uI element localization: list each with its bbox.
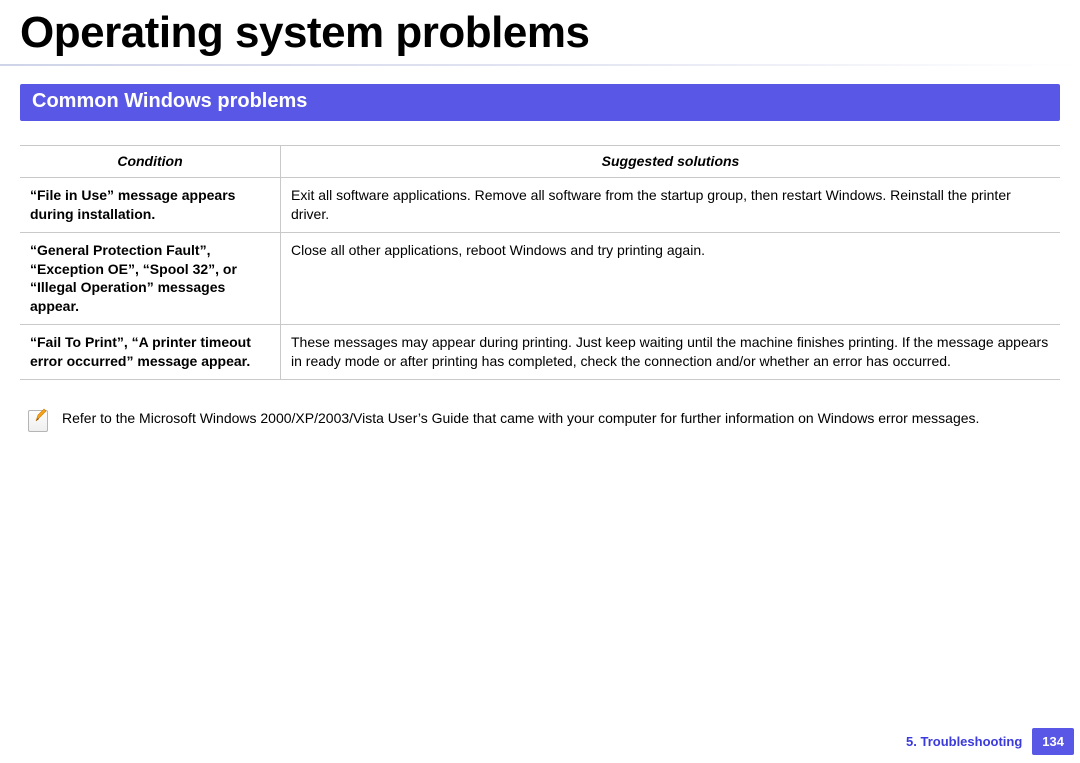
- condition-cell: “Fail To Print”, “A printer timeout erro…: [20, 325, 281, 380]
- solution-cell: Close all other applications, reboot Win…: [281, 232, 1061, 325]
- table-row: “Fail To Print”, “A printer timeout erro…: [20, 325, 1060, 380]
- footer-chapter: 5. Troubleshooting: [896, 728, 1032, 755]
- section-heading: Common Windows problems: [20, 84, 1060, 121]
- table-row: “General Protection Fault”, “Exception O…: [20, 232, 1060, 325]
- footer: 5. Troubleshooting 134: [896, 728, 1080, 755]
- title-underline: [0, 64, 1080, 66]
- note-text: Refer to the Microsoft Windows 2000/XP/2…: [62, 410, 979, 426]
- table-header-row: Condition Suggested solutions: [20, 146, 1060, 178]
- table-row: “File in Use” message appears during ins…: [20, 177, 1060, 232]
- solution-cell: These messages may appear during printin…: [281, 325, 1061, 380]
- pencil-note-icon: [28, 410, 48, 432]
- condition-cell: “General Protection Fault”, “Exception O…: [20, 232, 281, 325]
- footer-page-number: 134: [1032, 728, 1074, 755]
- header-solutions: Suggested solutions: [281, 146, 1061, 178]
- solution-cell: Exit all software applications. Remove a…: [281, 177, 1061, 232]
- condition-cell: “File in Use” message appears during ins…: [20, 177, 281, 232]
- page-title: Operating system problems: [20, 8, 1080, 58]
- header-condition: Condition: [20, 146, 281, 178]
- note: Refer to the Microsoft Windows 2000/XP/2…: [28, 410, 1060, 432]
- problems-table: Condition Suggested solutions “File in U…: [20, 145, 1060, 380]
